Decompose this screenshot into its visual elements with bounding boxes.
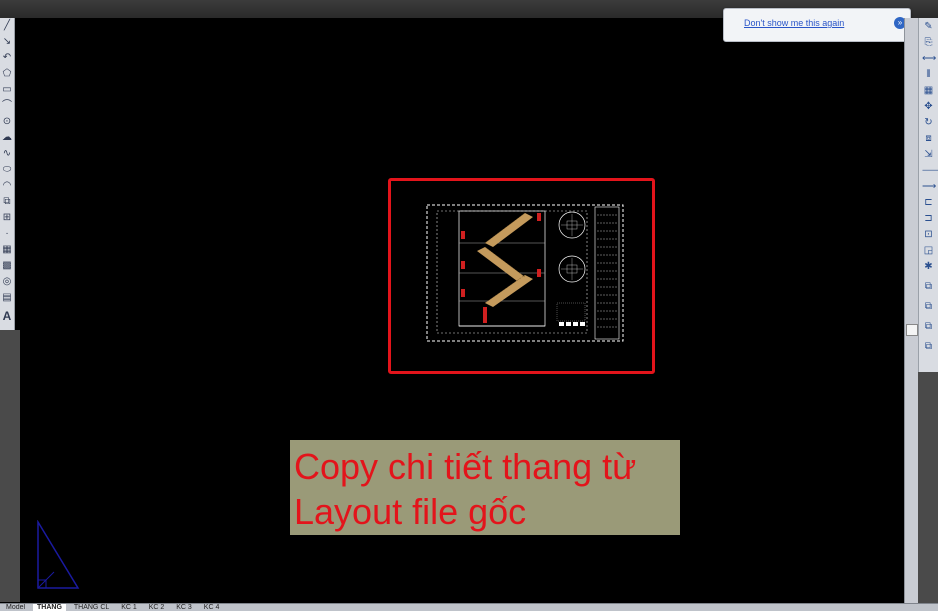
chamfer-icon[interactable]: ⊡	[922, 228, 935, 241]
region-icon[interactable]: ◎	[1, 276, 13, 288]
right-frame	[918, 372, 938, 603]
make-block-icon[interactable]: ⊞	[1, 212, 13, 224]
caption-line-2: Layout file gốc	[294, 491, 527, 532]
arc-icon[interactable]: ⌒	[1, 100, 13, 112]
mirror-icon[interactable]: ⟷	[922, 52, 936, 65]
scale-icon[interactable]: ⧈	[922, 132, 935, 145]
rotate-icon[interactable]: ↻	[922, 116, 935, 129]
line-icon[interactable]: ╱	[1, 20, 13, 32]
caption-line-1: Copy chi tiết thang từ	[294, 446, 637, 487]
extend-icon[interactable]: ⟶	[922, 180, 936, 193]
ellipse-icon[interactable]: ⬭	[1, 164, 13, 176]
draworder-back-icon[interactable]: ⧉	[922, 300, 935, 313]
polygon-icon[interactable]: ⬠	[1, 68, 13, 80]
gradient-icon[interactable]: ▩	[1, 260, 13, 272]
multiline-text-icon[interactable]: A	[1, 310, 13, 322]
draworder-front-icon[interactable]: ⧉	[922, 280, 935, 293]
dont-show-again-link[interactable]: Don't show me this again	[744, 18, 844, 28]
break-icon[interactable]: ⊏	[922, 196, 935, 209]
draworder-under-icon[interactable]: ⧉	[922, 340, 935, 353]
fillet-icon[interactable]: ◲	[922, 244, 935, 257]
rectangle-icon[interactable]: ▭	[1, 84, 13, 96]
table-icon[interactable]: ▤	[1, 292, 13, 304]
revision-cloud-icon[interactable]: ☁	[1, 132, 13, 144]
polyline-icon[interactable]: ↘	[1, 36, 13, 48]
explode-icon[interactable]: ✱	[922, 260, 935, 273]
draw-toolbar: ╱ ↘ ↶ ⬠ ▭ ⌒ ⊙ ☁ ∿ ⬭ ◠ ⧉ ⊞ · ▦ ▩ ◎ ▤ A	[0, 18, 15, 330]
notification-bubble: Don't show me this again »	[723, 8, 911, 42]
move-icon[interactable]: ✥	[922, 100, 935, 113]
hatch-icon[interactable]: ▦	[1, 244, 13, 256]
caption-box: Copy chi tiết thang từ Layout file gốc	[290, 440, 680, 535]
stair-detail-layout	[426, 204, 624, 342]
insert-block-icon[interactable]: ⧉	[1, 196, 13, 208]
copy-icon[interactable]: ⎘	[922, 36, 935, 49]
modify-toolbar: ✎ ⎘ ⟷ ⫴ ▦ ✥ ↻ ⧈ ⇲ ⸺ ⟶ ⊏ ⊐ ⊡ ◲ ✱ ⧉ ⧉ ⧉ ⧉	[918, 18, 938, 372]
point-icon[interactable]: ·	[1, 228, 13, 240]
draworder-above-icon[interactable]: ⧉	[922, 320, 935, 333]
spline-icon[interactable]: ∿	[1, 148, 13, 160]
circle-icon[interactable]: ⊙	[1, 116, 13, 128]
polyline-arc-icon[interactable]: ↶	[1, 52, 13, 64]
vertical-scrollbar[interactable]	[904, 18, 919, 603]
ucs-icon	[37, 520, 80, 589]
join-icon[interactable]: ⊐	[922, 212, 935, 225]
erase-icon[interactable]: ✎	[922, 20, 935, 33]
stretch-icon[interactable]: ⇲	[922, 148, 935, 161]
scrollbar-thumb[interactable]	[906, 324, 918, 336]
trim-icon[interactable]: ⸺	[922, 164, 938, 177]
left-frame	[0, 330, 20, 602]
ellipse-arc-icon[interactable]: ◠	[1, 180, 13, 192]
array-icon[interactable]: ▦	[922, 84, 935, 97]
offset-icon[interactable]: ⫴	[922, 68, 935, 81]
